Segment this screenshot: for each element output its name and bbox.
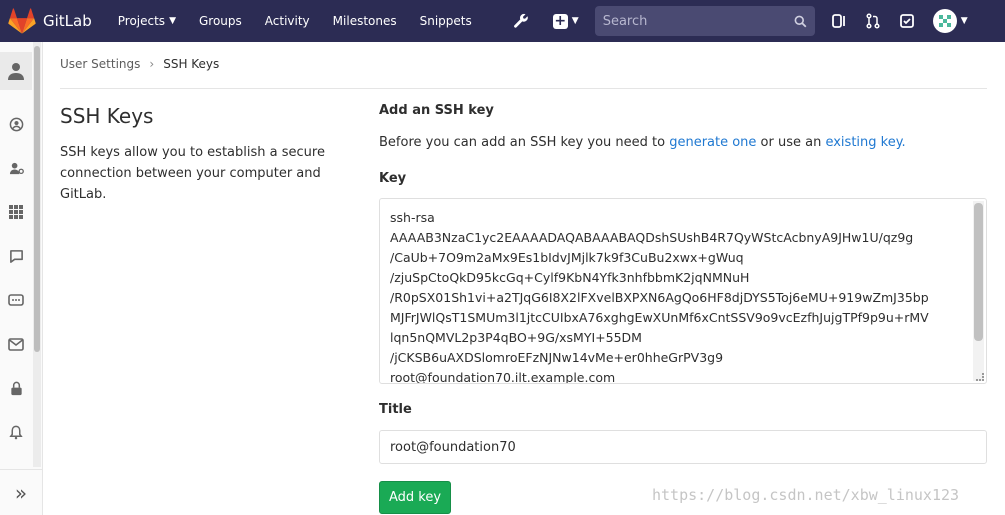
breadcrumb-user-settings[interactable]: User Settings (60, 57, 140, 71)
access-tokens-icon (8, 294, 24, 306)
resize-grip-icon[interactable] (976, 373, 984, 381)
nav-projects-label: Projects (117, 14, 166, 28)
sidebar-item-emails[interactable] (0, 326, 32, 362)
breadcrumb: User Settings › SSH Keys (60, 57, 219, 71)
sidebar-item-profile[interactable] (0, 52, 32, 90)
sidebar-item-chat[interactable] (0, 238, 32, 274)
existing-key-link[interactable]: existing key. (825, 135, 905, 150)
sidebar-item-password[interactable] (0, 370, 32, 406)
user-tools: ▼ (831, 9, 986, 33)
plus-icon: + (552, 12, 568, 29)
gitlab-logo-icon (8, 8, 36, 34)
watermark: https://blog.csdn.net/xbw_linux123 (652, 486, 960, 504)
sidebar-item-access-tokens[interactable] (0, 282, 32, 318)
textarea-scrollbar-thumb[interactable] (974, 203, 983, 341)
generate-one-link[interactable]: generate one (669, 135, 756, 150)
key-textarea[interactable]: ssh-rsa AAAAB3NzaC1yc2EAAAADAQABAAABAQDs… (379, 198, 987, 384)
chat-icon (9, 249, 23, 263)
page-description: SSH keys allow you to establish a secure… (60, 145, 325, 202)
avatar-identicon-icon (938, 15, 951, 27)
new-dropdown[interactable]: + ▼ (552, 12, 579, 29)
grid-icon (9, 205, 23, 219)
collapse-sidebar-button[interactable]: » (0, 469, 42, 515)
top-navbar: GitLab Projects ▼ Groups Activity Milest… (0, 0, 1005, 42)
sidebar-scrollbar-thumb[interactable] (34, 46, 40, 352)
add-ssh-key-heading: Add an SSH key (379, 103, 494, 118)
breadcrumb-divider (60, 88, 987, 89)
key-label: Key (379, 171, 407, 186)
sidebar-item-notifications[interactable] (0, 414, 32, 450)
title-label: Title (379, 402, 412, 417)
chevron-down-icon: ▼ (960, 16, 968, 26)
issues-icon[interactable] (831, 13, 847, 29)
add-key-button[interactable]: Add key (379, 481, 451, 514)
account-icon (9, 117, 23, 131)
nav-projects[interactable]: Projects ▼ (118, 14, 176, 28)
intro-text-before: Before you can add an SSH key you need t… (379, 135, 670, 150)
password-lock-icon (10, 381, 22, 395)
nav-activity[interactable]: Activity (265, 14, 310, 28)
merge-request-icon[interactable] (865, 13, 881, 29)
chevron-down-icon: ▼ (571, 16, 579, 26)
intro-text-middle: or use an (756, 135, 826, 150)
page-title: SSH Keys (60, 104, 154, 128)
search-box[interactable] (594, 6, 815, 36)
user-menu[interactable]: ▼ (932, 9, 968, 33)
avatar (932, 9, 957, 33)
intro-text: Before you can add an SSH key you need t… (379, 135, 906, 150)
nav-links: Projects ▼ Groups Activity Milestones Sn… (118, 14, 495, 28)
admin-area-wrench-icon[interactable] (513, 13, 529, 29)
applications-icon (9, 162, 24, 174)
breadcrumb-current[interactable]: SSH Keys (163, 57, 219, 71)
todo-checkbox-icon[interactable] (899, 13, 915, 29)
sidebar-item-applications[interactable] (0, 150, 32, 186)
sidebar-item-apps-grid[interactable] (0, 194, 32, 230)
key-textarea-content[interactable]: ssh-rsa AAAAB3NzaC1yc2EAAAADAQABAAABAQDs… (390, 208, 975, 383)
nav-milestones[interactable]: Milestones (333, 14, 397, 28)
notifications-bell-icon (9, 425, 23, 439)
search-icon (794, 15, 807, 27)
settings-sidebar: » (0, 42, 43, 515)
search-input[interactable] (602, 13, 794, 29)
profile-icon (8, 63, 24, 80)
title-input[interactable] (379, 430, 987, 464)
emails-icon (8, 337, 24, 351)
double-chevron-right-icon: » (14, 480, 28, 505)
chevron-down-icon: ▼ (169, 16, 176, 26)
breadcrumb-separator: › (149, 57, 155, 71)
nav-groups[interactable]: Groups (199, 14, 242, 28)
nav-snippets[interactable]: Snippets (420, 14, 472, 28)
sidebar-item-account[interactable] (0, 106, 32, 142)
gitlab-home-link[interactable]: GitLab (8, 8, 92, 34)
brand-name: GitLab (43, 12, 92, 30)
